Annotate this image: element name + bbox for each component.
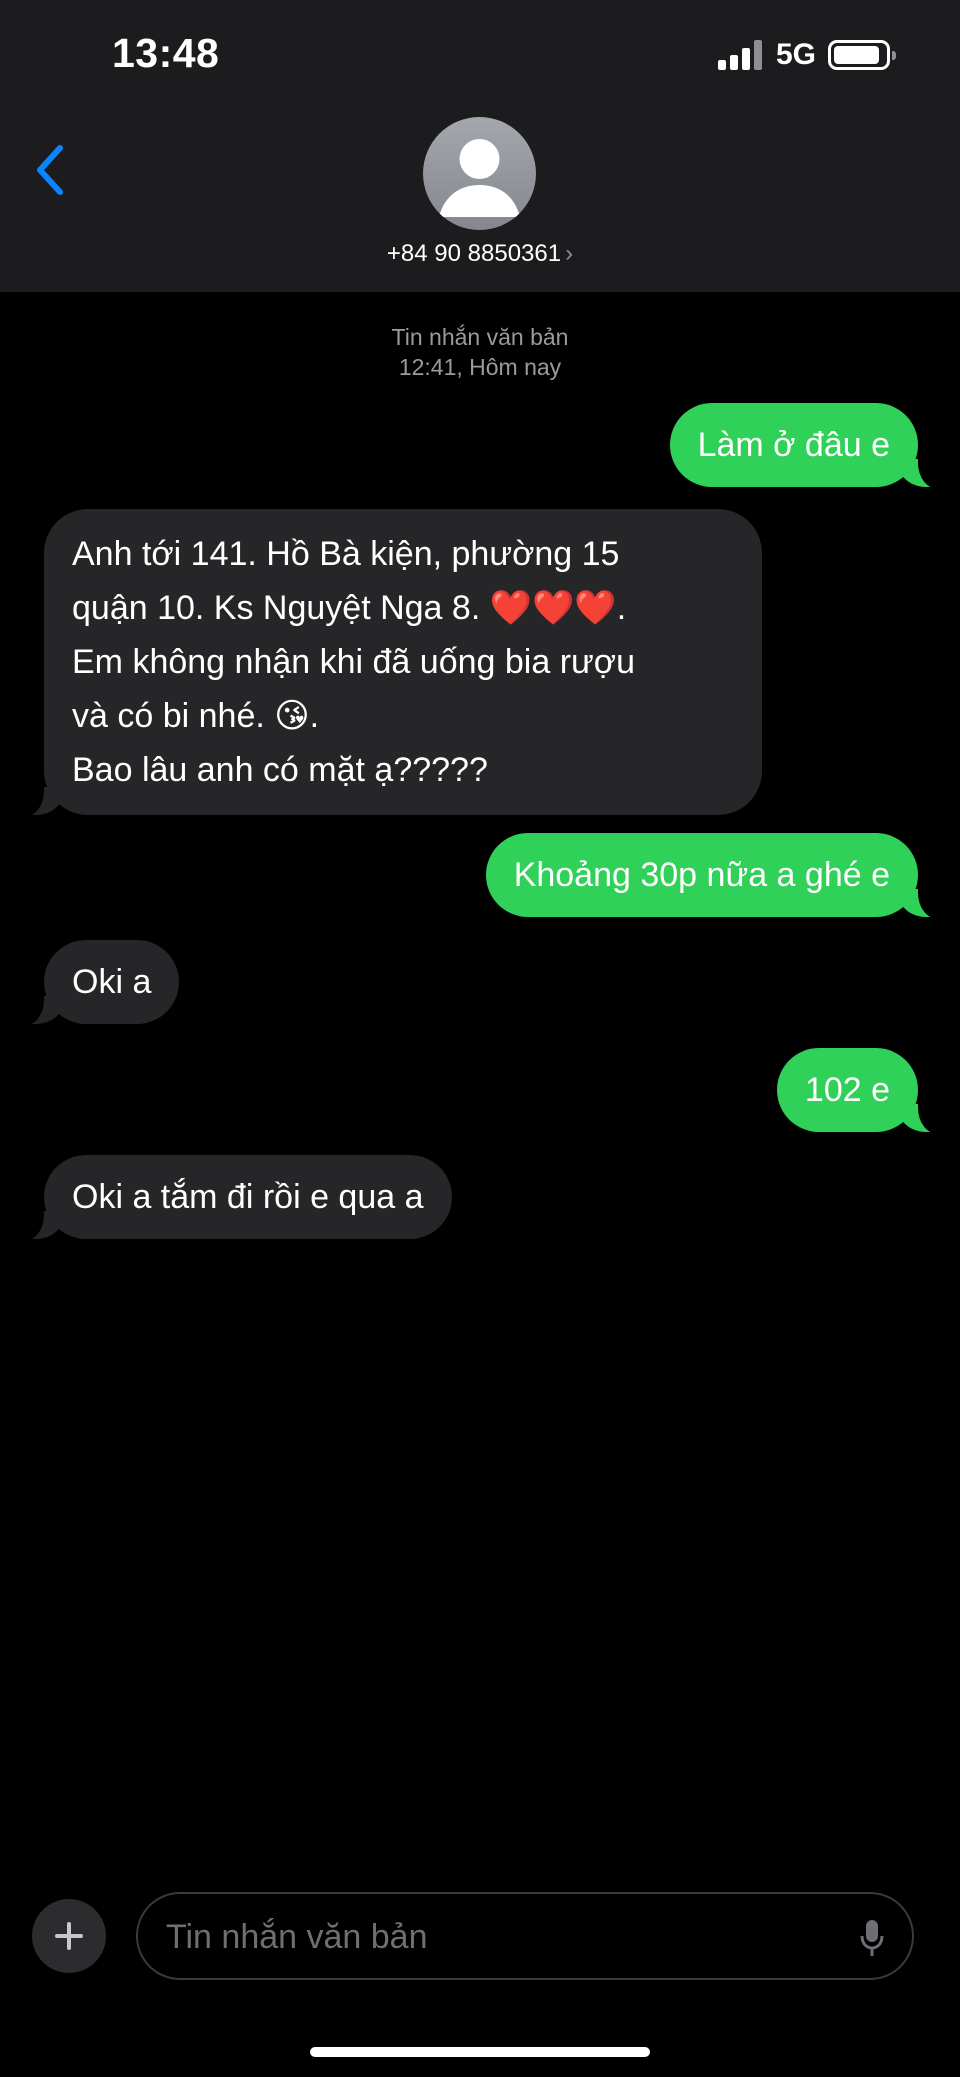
message-bubble-outgoing[interactable]: 102 e: [776, 1048, 945, 1134]
chevron-right-icon: ›: [565, 240, 574, 267]
message-bubble-outgoing[interactable]: Khoảng 30p nữa a ghé e: [485, 833, 945, 919]
home-indicator[interactable]: [310, 2047, 650, 2057]
contact-avatar[interactable]: [423, 117, 536, 230]
message-text: Làm ở đâu e: [697, 426, 890, 464]
message-text: Oki a: [72, 963, 152, 1001]
message-bubble-incoming[interactable]: Anh tới 141. Hồ Bà kiện, phường 15 quận …: [18, 509, 762, 817]
message-bubble-outgoing[interactable]: Làm ở đâu e: [669, 403, 945, 489]
message-line: quận 10. Ks Nguyệt Nga 8. ❤️❤️❤️.: [72, 589, 627, 627]
message-line: Bao lâu anh có mặt ạ?????: [72, 751, 488, 789]
conversation-meta: Tin nhắn văn bản 12:41, Hôm nay: [0, 322, 960, 382]
microphone-icon[interactable]: [860, 1918, 884, 1958]
message-line: và có bi nhé. 😘.: [72, 697, 320, 735]
person-icon: [439, 139, 520, 217]
status-time: 13:48: [112, 30, 220, 76]
network-type: 5G: [775, 38, 816, 71]
battery-icon: [828, 40, 896, 70]
back-chevron-icon[interactable]: [30, 140, 70, 200]
message-line: Anh tới 141. Hồ Bà kiện, phường 15: [72, 535, 620, 573]
conversation-header: 13:48 5G +84 90 8850361 ›: [0, 0, 960, 292]
message-timestamp: 12:41, Hôm nay: [398, 354, 562, 380]
message-bubble-incoming[interactable]: Oki a tắm đi rồi e qua a: [18, 1155, 452, 1241]
message-input[interactable]: [164, 1894, 808, 1980]
message-type-label: Tin nhắn văn bản: [391, 324, 569, 350]
status-indicators: 5G: [717, 38, 896, 72]
message-line: Em không nhận khi đã uống bia rượu: [72, 643, 635, 681]
plus-icon[interactable]: [32, 1899, 106, 1973]
message-bubble-incoming[interactable]: Oki a: [17, 940, 180, 1026]
contact-number[interactable]: +84 90 8850361 ›: [0, 240, 960, 268]
contact-number-label: +84 90 8850361: [386, 240, 562, 267]
message-text: 102 e: [804, 1071, 890, 1109]
cellular-signal-icon: [717, 40, 762, 70]
message-composer[interactable]: [136, 1892, 914, 1980]
message-text: Khoảng 30p nữa a ghé e: [513, 856, 890, 894]
message-text: Oki a tắm đi rồi e qua a: [72, 1178, 424, 1216]
